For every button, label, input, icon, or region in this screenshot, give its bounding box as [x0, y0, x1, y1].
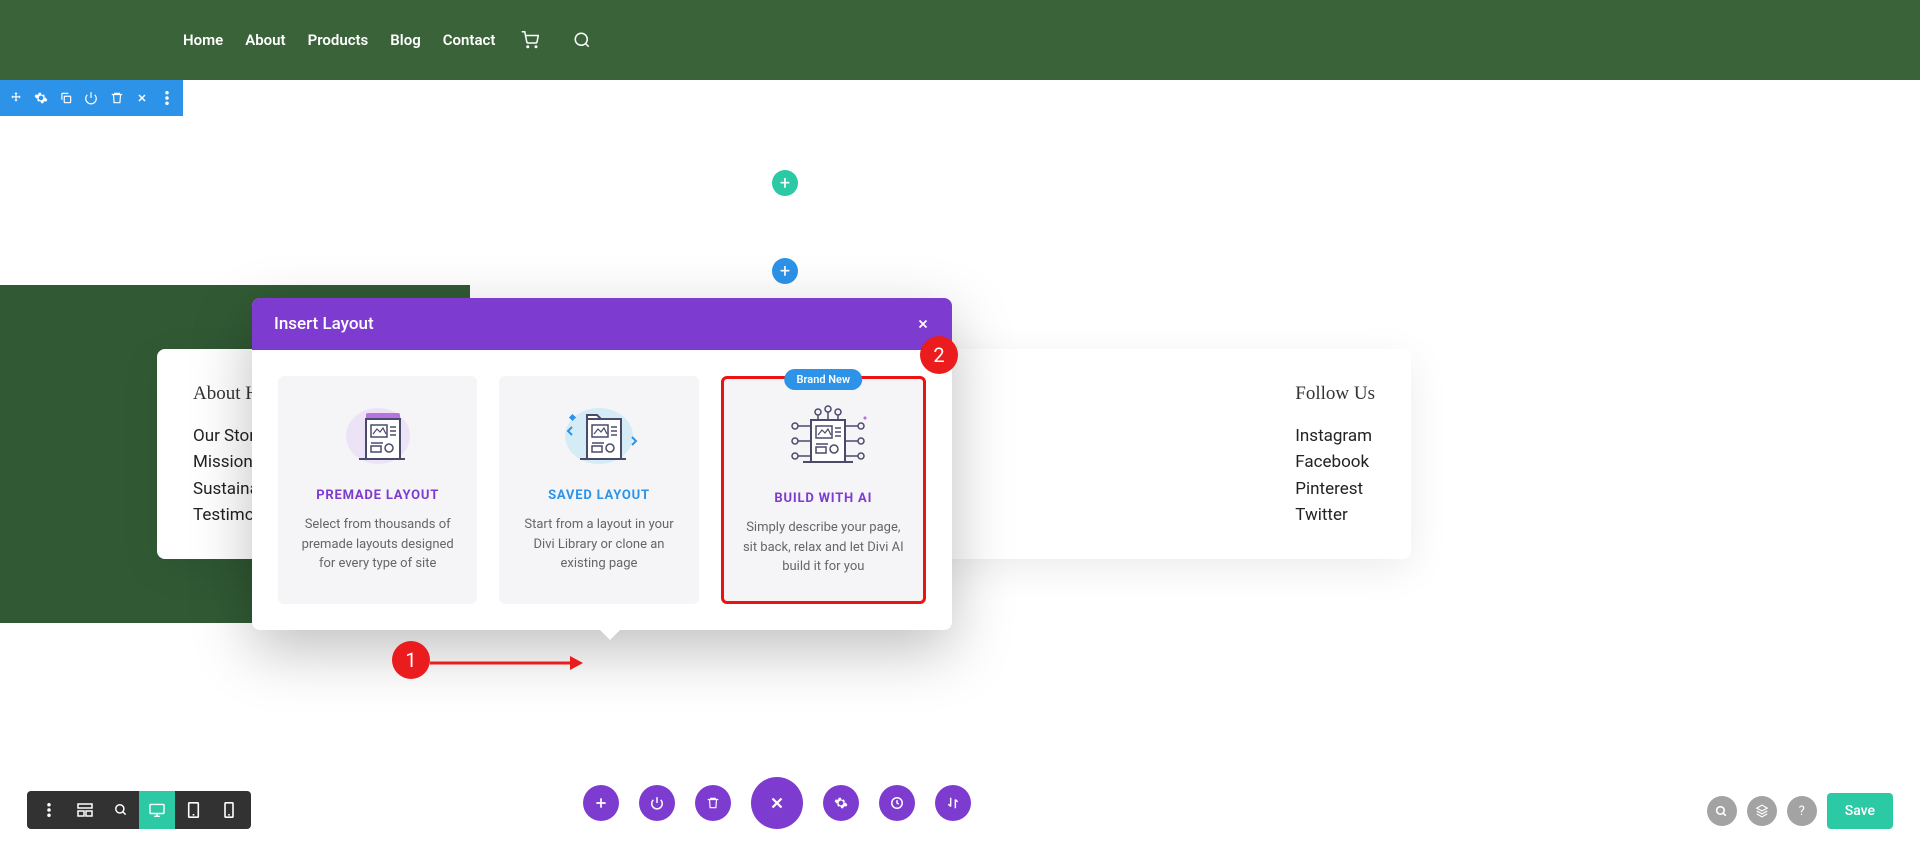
- nav-contact[interactable]: Contact: [443, 31, 496, 49]
- bottom-action-bar: [583, 777, 971, 829]
- premade-layout-illustration: [296, 398, 459, 474]
- brand-new-badge: Brand New: [785, 369, 863, 390]
- search-icon[interactable]: [1707, 796, 1737, 826]
- callout-badge-1: 1: [392, 641, 430, 679]
- add-button[interactable]: [583, 785, 619, 821]
- close-icon[interactable]: [916, 317, 930, 331]
- nav-products[interactable]: Products: [308, 31, 369, 49]
- swap-icon[interactable]: [935, 785, 971, 821]
- footer-link[interactable]: Sustaina: [193, 476, 259, 502]
- tablet-view-icon[interactable]: [175, 791, 211, 829]
- phone-view-icon[interactable]: [211, 791, 247, 829]
- help-icon[interactable]: ?: [1787, 796, 1817, 826]
- save-button[interactable]: Save: [1827, 793, 1893, 829]
- footer-col-follow: Follow Us Instagram Facebook Pinterest T…: [1295, 383, 1375, 525]
- desktop-view-icon[interactable]: [139, 791, 175, 829]
- callout-arrow: [430, 653, 585, 673]
- modal-title: Insert Layout: [274, 314, 374, 334]
- trash-icon[interactable]: [695, 785, 731, 821]
- footer-link[interactable]: Instagram: [1295, 423, 1375, 449]
- modal-header[interactable]: Insert Layout: [252, 298, 952, 350]
- close-icon[interactable]: [132, 88, 151, 108]
- duplicate-icon[interactable]: [57, 88, 76, 108]
- build-with-ai-card[interactable]: Brand New: [721, 376, 926, 604]
- card-title: BUILD WITH AI: [742, 491, 905, 506]
- footer-link[interactable]: Twitter: [1295, 502, 1375, 528]
- power-icon[interactable]: [82, 88, 101, 108]
- footer-col-title: About H: [193, 383, 259, 405]
- modal-body: PREMADE LAYOUT Select from thousands of …: [252, 350, 952, 630]
- cart-icon[interactable]: [521, 31, 539, 49]
- card-title: SAVED LAYOUT: [517, 488, 680, 503]
- section-toolbar: [0, 80, 183, 116]
- view-toolbar: [27, 791, 251, 829]
- card-title: PREMADE LAYOUT: [296, 488, 459, 503]
- top-nav: Home About Products Blog Contact: [0, 0, 1920, 80]
- footer-col-about: About H Our Stor Mission Sustaina Testim…: [193, 383, 259, 525]
- layers-icon[interactable]: [1747, 796, 1777, 826]
- nav-home[interactable]: Home: [183, 31, 223, 49]
- footer-link[interactable]: Mission: [193, 449, 259, 475]
- power-icon[interactable]: [639, 785, 675, 821]
- gear-icon[interactable]: [823, 785, 859, 821]
- footer-link[interactable]: Facebook: [1295, 449, 1375, 475]
- bottom-right-bar: ? Save: [1707, 793, 1893, 829]
- move-icon[interactable]: [6, 88, 25, 108]
- footer-link[interactable]: Our Stor: [193, 423, 259, 449]
- nav-about[interactable]: About: [245, 31, 285, 49]
- add-section-button[interactable]: +: [772, 170, 798, 196]
- history-icon[interactable]: [879, 785, 915, 821]
- ai-layout-illustration: [742, 401, 905, 477]
- add-row-button[interactable]: +: [772, 258, 798, 284]
- wireframe-view-icon[interactable]: [67, 791, 103, 829]
- callout-badge-2: 2: [920, 336, 958, 374]
- nav-blog[interactable]: Blog: [390, 31, 420, 49]
- gear-icon[interactable]: [31, 88, 50, 108]
- search-icon[interactable]: [573, 31, 591, 49]
- insert-layout-modal: Insert Layout: [252, 298, 952, 630]
- card-desc: Start from a layout in your Divi Library…: [517, 515, 680, 574]
- footer-col-title: Follow Us: [1295, 383, 1375, 405]
- footer-link[interactable]: Testimo: [193, 502, 259, 528]
- more-icon[interactable]: [158, 88, 177, 108]
- footer-link[interactable]: Pinterest: [1295, 476, 1375, 502]
- zoom-icon[interactable]: [103, 791, 139, 829]
- card-desc: Select from thousands of premade layouts…: [296, 515, 459, 574]
- card-desc: Simply describe your page, sit back, rel…: [742, 518, 905, 577]
- trash-icon[interactable]: [107, 88, 126, 108]
- saved-layout-card[interactable]: SAVED LAYOUT Start from a layout in your…: [499, 376, 698, 604]
- saved-layout-illustration: [517, 398, 680, 474]
- close-panel-button[interactable]: [751, 777, 803, 829]
- premade-layout-card[interactable]: PREMADE LAYOUT Select from thousands of …: [278, 376, 477, 604]
- more-icon[interactable]: [31, 791, 67, 829]
